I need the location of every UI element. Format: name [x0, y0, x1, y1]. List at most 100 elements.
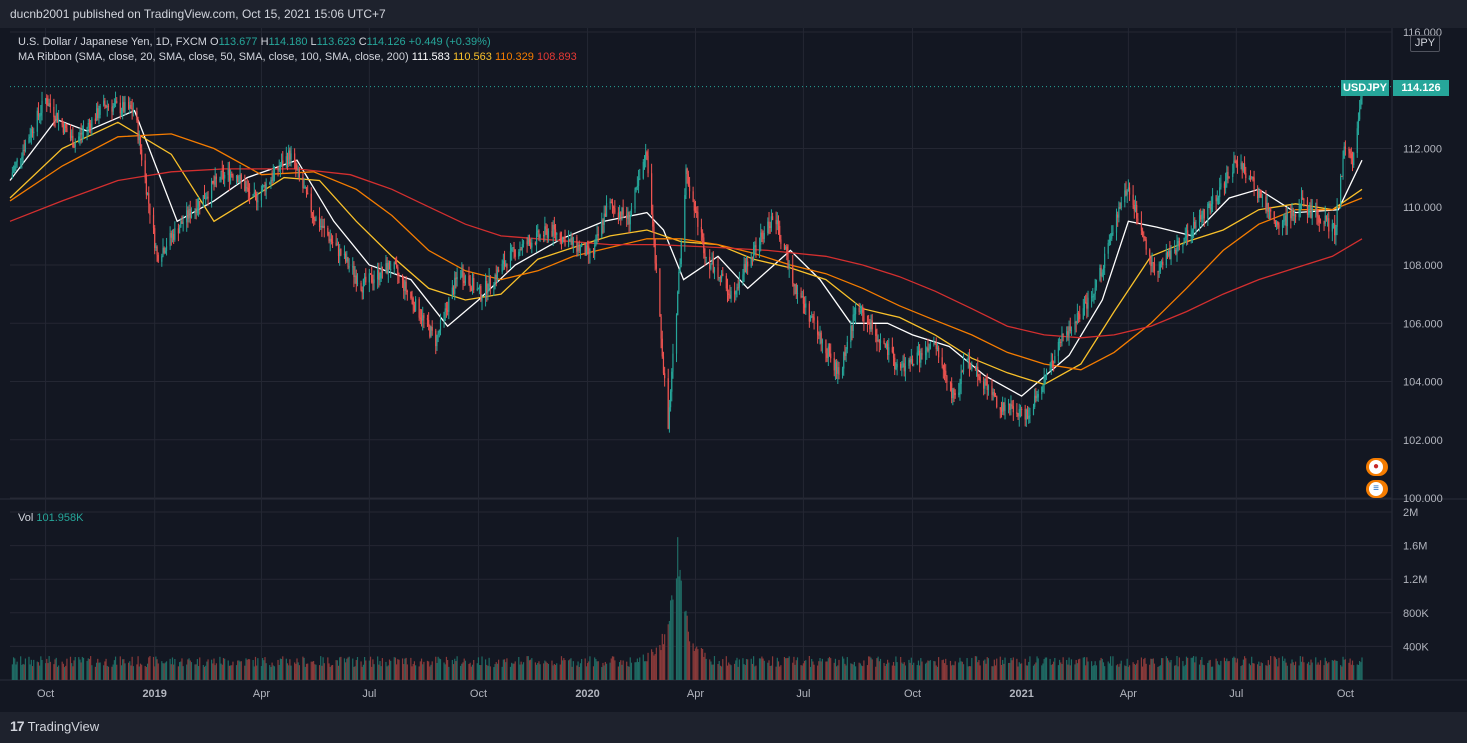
candle-body — [271, 179, 273, 181]
volume-bar — [1294, 661, 1297, 680]
volume-bar — [586, 663, 589, 680]
volume-bar — [718, 661, 720, 680]
candle-body — [247, 188, 249, 193]
volume-bar — [1145, 663, 1147, 680]
volume-bar — [651, 649, 653, 680]
volume-bar — [546, 662, 548, 680]
candle-body — [833, 358, 835, 371]
candle-body — [190, 213, 193, 218]
candle-body — [311, 212, 314, 216]
volume-bar — [747, 659, 749, 680]
candle-body — [556, 233, 558, 235]
volume-bar — [454, 658, 456, 680]
candle-body — [996, 396, 998, 408]
candle-body — [260, 190, 263, 201]
candle-body — [1192, 221, 1195, 231]
candle-body — [779, 225, 781, 240]
chart-area[interactable]: 116.000 112.000 110.000 108.000 106.000 104.0… — [0, 27, 1467, 713]
candle-body — [22, 149, 24, 157]
candle-body — [891, 347, 893, 353]
volume-bar — [675, 578, 678, 680]
candle-body — [1245, 173, 1247, 179]
us-flag-event-icon[interactable]: ≡ — [1366, 480, 1388, 498]
volume-bar — [330, 665, 332, 680]
volume-bar — [785, 658, 787, 680]
volume-bar — [304, 666, 306, 680]
candle-body — [443, 311, 445, 320]
candle-body — [646, 152, 648, 156]
volume-bar — [521, 664, 523, 680]
volume-bar — [636, 658, 638, 680]
candle-body — [1115, 214, 1118, 233]
currency-unit-label[interactable]: JPY — [1410, 35, 1440, 52]
volume-bar — [393, 657, 395, 680]
candle-body — [567, 239, 570, 246]
candle-body — [1270, 209, 1272, 212]
candle-body — [834, 362, 837, 371]
candle-body — [1274, 220, 1277, 227]
candle-body — [958, 392, 960, 396]
candle-body — [1311, 207, 1313, 218]
candle-body — [112, 105, 114, 112]
candle-body — [307, 192, 309, 194]
candle-body — [662, 356, 665, 374]
volume-bar — [1201, 657, 1203, 680]
candle-body — [614, 208, 616, 213]
volume-bar — [487, 665, 489, 680]
volume-bar — [336, 660, 338, 680]
candle-body — [610, 201, 612, 203]
candle-body — [1075, 321, 1077, 324]
candle-body — [361, 289, 363, 293]
volume-bar — [1353, 665, 1355, 680]
volume-bar — [1018, 662, 1020, 680]
volume-bar — [104, 661, 106, 680]
candle-body — [538, 230, 540, 239]
candle-body — [924, 350, 927, 356]
volume-bar — [711, 664, 713, 680]
candle-body — [1117, 214, 1119, 218]
candle-body — [884, 343, 886, 348]
volume-bar — [863, 660, 865, 680]
candle-body — [903, 363, 905, 372]
tradingview-logo[interactable]: 17 TradingView — [10, 718, 99, 734]
candle-body — [1099, 267, 1101, 280]
candle-body — [444, 308, 446, 312]
volume-bar — [853, 661, 856, 680]
candle-body — [738, 281, 740, 288]
volume-bar — [129, 661, 131, 680]
volume-bar — [1094, 661, 1096, 680]
candle-body — [1203, 209, 1205, 219]
candle-body — [1024, 408, 1026, 420]
volume-bar — [347, 657, 349, 680]
candle-body — [1021, 408, 1023, 410]
volume-bar — [74, 657, 76, 680]
candle-body — [498, 269, 500, 272]
volume-bar — [588, 661, 590, 680]
candle-body — [875, 329, 877, 336]
candle-body — [846, 341, 848, 350]
volume-bar — [106, 665, 108, 680]
candle-body — [493, 284, 495, 287]
candle-body — [704, 253, 706, 258]
volume-bar — [996, 658, 998, 680]
candle-body — [1286, 212, 1288, 227]
volume-bar — [603, 665, 605, 680]
volume-bar — [983, 660, 985, 680]
candle-body — [456, 277, 458, 280]
volume-bar — [908, 659, 910, 680]
candle-body — [869, 324, 871, 330]
candle-body — [942, 365, 944, 370]
volume-bar — [528, 660, 531, 680]
volume-bar — [105, 658, 107, 680]
chart-svg[interactable]: 116.000112.000110.000108.000106.000104.0… — [0, 27, 1467, 713]
volume-bar — [938, 657, 940, 680]
candle-body — [917, 350, 920, 353]
candle-body — [130, 104, 132, 109]
japan-flag-event-icon[interactable]: ● — [1366, 458, 1388, 476]
change-value: +0.449 (+0.39%) — [408, 36, 491, 48]
candle-body — [975, 366, 978, 368]
candle-body — [685, 168, 687, 196]
candle-body — [826, 353, 828, 358]
candle-body — [430, 326, 432, 337]
candle-body — [545, 226, 547, 229]
